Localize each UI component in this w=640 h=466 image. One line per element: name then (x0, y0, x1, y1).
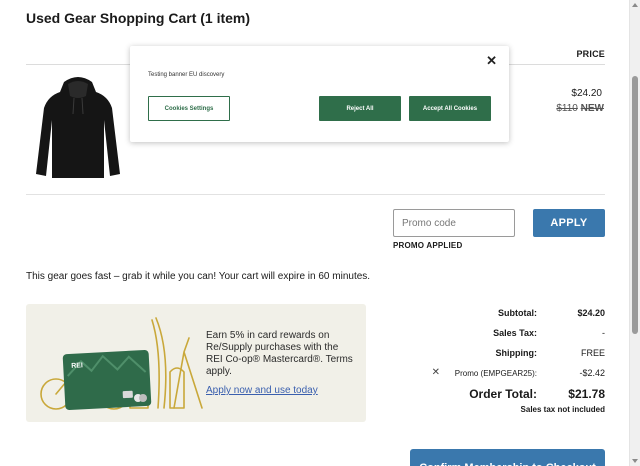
cookie-banner: Testing banner EU discovery ✕ Cookies Se… (130, 46, 509, 142)
cookies-settings-button[interactable]: Cookies Settings (148, 96, 230, 121)
scroll-up-icon[interactable] (632, 3, 638, 7)
remove-promo-close-icon[interactable]: ✕ (432, 367, 440, 378)
subtotal-label: Subtotal: (498, 308, 537, 318)
subtotal-value: $24.20 (577, 308, 605, 318)
card-logo: REI (71, 362, 83, 370)
promo-code-input[interactable] (393, 209, 515, 237)
page-title: Used Gear Shopping Cart (1 item) (26, 10, 251, 26)
close-icon[interactable]: ✕ (486, 54, 497, 67)
shipping-value: FREE (580, 348, 605, 358)
card-offer-text: Earn 5% in card rewards on Re/Supply pur… (206, 330, 353, 377)
promo-label: Promo (EMPGEAR25): (454, 369, 537, 378)
tent-icon (173, 337, 203, 409)
apply-card-link[interactable]: Apply now and use today (206, 385, 318, 396)
price-column-header: PRICE (576, 49, 605, 59)
promo-status: PROMO APPLIED (393, 241, 463, 250)
apply-promo-button[interactable]: APPLY (533, 209, 605, 237)
accept-all-cookies-button[interactable]: Accept All Cookies (409, 96, 491, 121)
reject-all-button[interactable]: Reject All (319, 96, 401, 121)
cart-expiry-message: This gear goes fast – grab it while you … (26, 271, 371, 282)
kayak-icon (151, 317, 167, 409)
scrollbar[interactable] (629, 0, 640, 466)
promo-row: ✕ Promo (EMPGEAR25): -$2.42 (370, 366, 605, 386)
mastercard-logo (139, 394, 147, 402)
cookie-banner-text: Testing banner EU discovery (148, 72, 225, 78)
item-original-price: $110 NEW (556, 103, 604, 114)
order-total-value: $21.78 (568, 387, 605, 401)
product-image[interactable] (34, 74, 122, 184)
subtotal-row: Subtotal: $24.20 (370, 306, 605, 326)
divider (26, 194, 605, 195)
card-chip (122, 390, 133, 399)
card-illustration: REI (40, 317, 203, 411)
shipping-row: Shipping: FREE (370, 346, 606, 366)
hood-shadow (68, 81, 88, 98)
sales-tax-label: Sales Tax: (493, 328, 537, 338)
order-total-label: Order Total: (469, 387, 537, 401)
credit-card-icon: REI (62, 349, 152, 411)
credit-card-promo: REI Earn 5% in card rewards on Re/Supply… (26, 304, 366, 422)
checkout-button[interactable]: Confirm Membership to Checkout (410, 449, 605, 466)
sales-tax-value: - (602, 328, 605, 338)
promo-value: -$2.42 (579, 368, 605, 378)
shipping-label: Shipping: (495, 348, 538, 358)
condition-tag: NEW (580, 103, 604, 114)
tax-note: Sales tax not included (520, 405, 605, 414)
item-price: $24.20 (571, 88, 602, 99)
sales-tax-row: Sales Tax: - (370, 326, 605, 346)
order-summary: Subtotal: $24.20 Sales Tax: - Shipping: … (370, 306, 606, 414)
scroll-down-icon[interactable] (632, 459, 638, 463)
scroll-thumb[interactable] (632, 76, 638, 334)
original-price: $110 (556, 103, 578, 114)
